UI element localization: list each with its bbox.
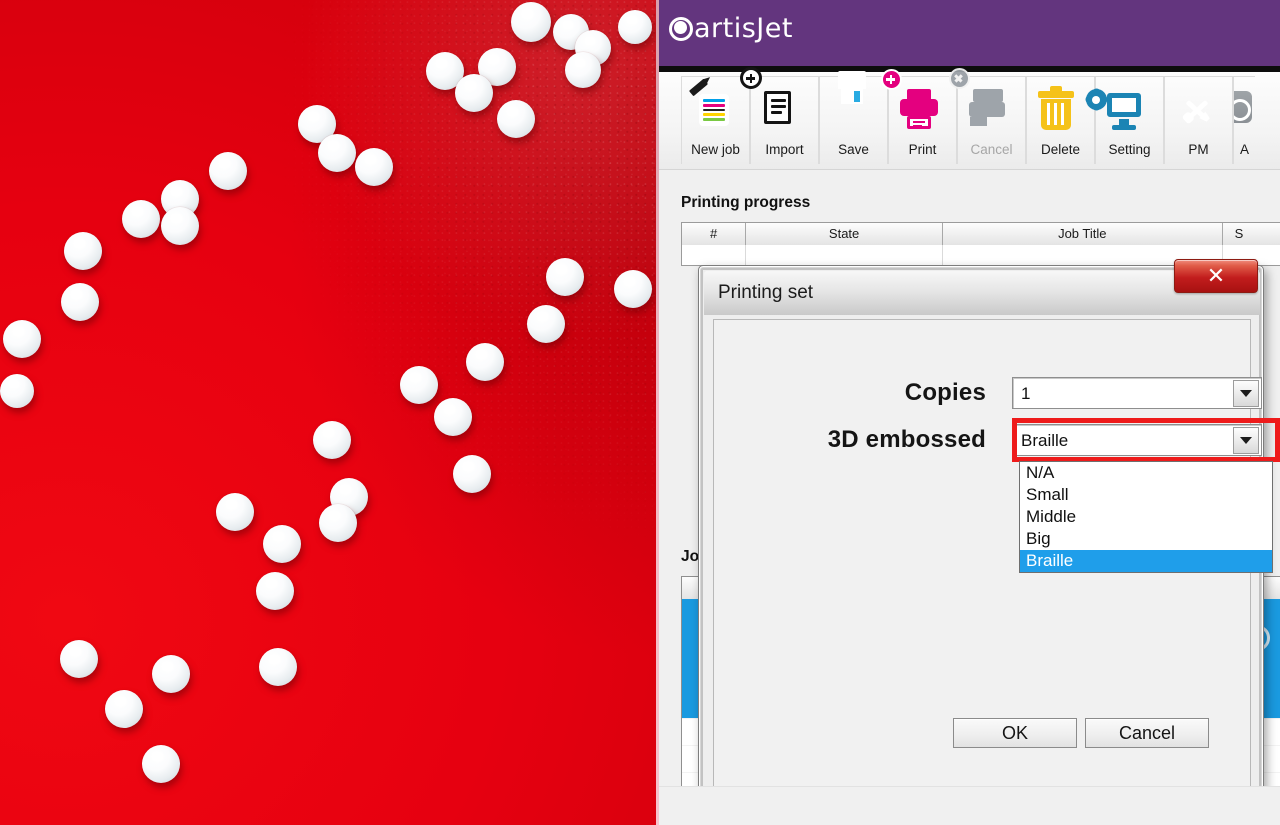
braille-dot	[259, 648, 297, 686]
import-icon	[762, 89, 808, 135]
trash-icon	[1038, 89, 1084, 135]
toolbar-label-save: Save	[838, 142, 869, 157]
toolbar-button-setting[interactable]: Setting	[1095, 76, 1164, 164]
dropdown-option-braille[interactable]: Braille	[1020, 550, 1272, 572]
chevron-down-icon[interactable]	[1233, 427, 1259, 454]
braille-dot	[122, 200, 160, 238]
chevron-down-icon[interactable]	[1233, 380, 1259, 407]
braille-dot	[614, 270, 652, 308]
logo-circle-icon	[669, 17, 693, 41]
toolbar-button-cancel[interactable]: Cancel	[957, 76, 1026, 164]
braille-dot	[313, 421, 351, 459]
embossed-field-row: 3D embossed Braille	[728, 424, 1262, 456]
artisjet-logo: artisJet	[669, 11, 793, 45]
printing-progress-title: Printing progress	[681, 194, 810, 212]
braille-dot	[152, 655, 190, 693]
toolbar-label-delete: Delete	[1041, 142, 1080, 157]
braille-dot	[546, 258, 584, 296]
job-list-title: Jo	[681, 548, 699, 566]
braille-dot	[263, 525, 301, 563]
braille-dot	[142, 745, 180, 783]
copies-combobox[interactable]: 1	[1012, 377, 1262, 409]
braille-dot	[256, 572, 294, 610]
toolbar-label-print: Print	[909, 142, 937, 157]
print-icon	[900, 89, 946, 135]
braille-dot	[318, 134, 356, 172]
braille-dot	[453, 455, 491, 493]
toolbar-button-delete[interactable]: Delete	[1026, 76, 1095, 164]
embossed-dropdown-list[interactable]: N/A Small Middle Big Braille	[1019, 461, 1273, 573]
dropdown-option-na[interactable]: N/A	[1020, 462, 1272, 484]
progress-col-state[interactable]: State	[746, 223, 943, 245]
braille-dot	[497, 100, 535, 138]
braille-dot	[527, 305, 565, 343]
toolbar-label-clipped: A	[1240, 142, 1249, 157]
maintenance-tools-icon	[1176, 89, 1222, 135]
printer-application-window: artisJet New job	[656, 0, 1280, 825]
toolbar-button-save[interactable]: Save	[819, 76, 888, 164]
clipped-icon	[1233, 89, 1255, 135]
new-job-icon	[693, 89, 739, 135]
dialog-title-bar: Printing set ✕	[704, 271, 1260, 315]
braille-dot	[60, 640, 98, 678]
braille-dot	[565, 52, 601, 88]
braille-dot	[161, 207, 199, 245]
braille-dot	[400, 366, 438, 404]
ok-button[interactable]: OK	[953, 718, 1077, 748]
embossed-combobox[interactable]: Braille	[1012, 424, 1262, 456]
toolbar-button-print[interactable]: Print	[888, 76, 957, 164]
toolbar-label-cancel: Cancel	[970, 142, 1012, 157]
cancel-print-icon	[969, 89, 1015, 135]
progress-col-status[interactable]: S	[1223, 223, 1280, 245]
brand-header: artisJet	[659, 0, 1280, 66]
copies-value: 1	[1021, 378, 1030, 410]
dropdown-option-small[interactable]: Small	[1020, 484, 1272, 506]
cancel-button[interactable]: Cancel	[1085, 718, 1209, 748]
toolbar-button-clipped[interactable]: A	[1233, 76, 1255, 164]
toolbar-button-pm[interactable]: PM	[1164, 76, 1233, 164]
braille-dot	[64, 232, 102, 270]
braille-dot	[355, 148, 393, 186]
toolbar-button-import[interactable]: Import	[750, 76, 819, 164]
status-bar	[659, 786, 1280, 825]
dialog-body-panel: Copies 1 3D embossed Braille	[713, 319, 1251, 797]
content-area: Printing progress # State Job Title S Jo	[659, 170, 1280, 825]
progress-col-number[interactable]: #	[682, 223, 746, 245]
logo-text: artisJet	[694, 13, 793, 44]
close-icon[interactable]: ✕	[1174, 259, 1258, 293]
braille-dot	[455, 74, 493, 112]
embossed-value: Braille	[1021, 425, 1068, 457]
braille-print-photo	[0, 0, 656, 825]
braille-dot	[209, 152, 247, 190]
braille-dot	[511, 2, 551, 42]
braille-dot	[466, 343, 504, 381]
copies-label: Copies	[800, 379, 986, 407]
dialog-title-text: Printing set	[718, 282, 813, 304]
printing-progress-header-row: # State Job Title S	[682, 223, 1280, 245]
dropdown-option-big[interactable]: Big	[1020, 528, 1272, 550]
braille-dot	[3, 320, 41, 358]
toolbar-label-import: Import	[765, 142, 803, 157]
braille-dot	[61, 283, 99, 321]
braille-dot	[618, 10, 652, 44]
braille-dot	[0, 374, 34, 408]
toolbar-label-new-job: New job	[691, 142, 740, 157]
progress-col-job-title[interactable]: Job Title	[943, 223, 1223, 245]
settings-monitor-gear-icon	[1107, 89, 1153, 135]
embossed-label: 3D embossed	[728, 426, 986, 454]
braille-dot	[105, 690, 143, 728]
braille-dot	[434, 398, 472, 436]
braille-dot	[216, 493, 254, 531]
screenshot-root: artisJet New job	[0, 0, 1280, 825]
toolbar-label-setting: Setting	[1108, 142, 1150, 157]
toolbar-label-pm: PM	[1188, 142, 1208, 157]
printing-set-dialog: Printing set ✕ Copies 1 3D embossed	[698, 265, 1264, 820]
main-toolbar: New job Import Save	[659, 72, 1280, 170]
copies-field-row: Copies 1	[800, 377, 1262, 409]
toolbar-button-new-job[interactable]: New job	[681, 76, 750, 164]
dropdown-option-middle[interactable]: Middle	[1020, 506, 1272, 528]
braille-dot	[319, 504, 357, 542]
save-icon	[831, 89, 877, 135]
